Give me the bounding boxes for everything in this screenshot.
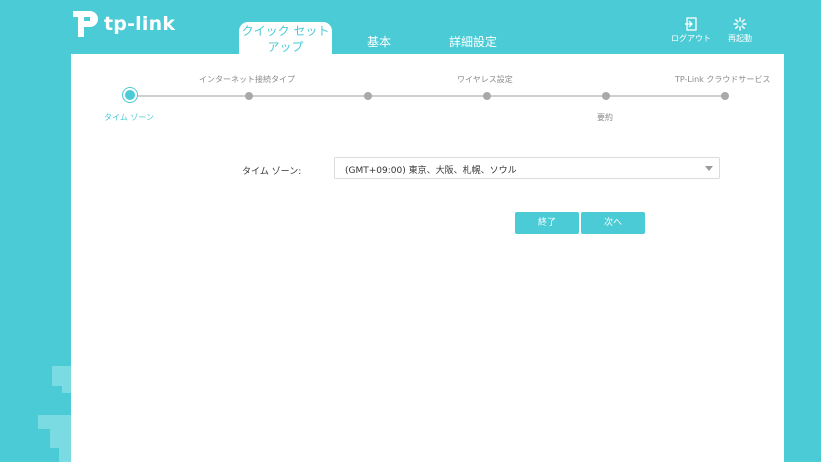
tab-quick-setup-label-line2: アップ	[267, 40, 304, 54]
logout-label: ログアウト	[671, 34, 711, 43]
progress-track	[129, 95, 726, 97]
wizard-progress: インターネット接続タイプ ワイヤレス設定 TP-Link クラウドサービス タイ…	[71, 54, 784, 134]
step-dot-summary	[602, 92, 610, 100]
next-button[interactable]: 次へ	[581, 212, 645, 234]
step-label-summary: 要約	[597, 113, 613, 122]
step-dot-wireless	[483, 92, 491, 100]
step-dot-internet	[245, 92, 253, 100]
tab-quick-setup[interactable]: クイック セット アップ	[239, 22, 332, 54]
tab-basic[interactable]: 基本	[356, 33, 402, 50]
top-navigation: tp-link クイック セット アップ 基本 詳細設定 ログアウト 再起動	[0, 0, 821, 54]
reboot-icon	[733, 17, 747, 31]
background-decoration	[62, 384, 71, 393]
tab-advanced[interactable]: 詳細設定	[440, 33, 506, 50]
step-label-timezone: タイム ゾーン	[104, 113, 154, 122]
timezone-select[interactable]: (GMT+09:00) 東京、大阪、札幌、ソウル	[334, 157, 720, 179]
tab-quick-setup-label-line1: クイック セット	[241, 24, 330, 38]
finish-button[interactable]: 終了	[515, 212, 579, 234]
step-dot-3	[364, 92, 372, 100]
step-label-internet: インターネット接続タイプ	[199, 75, 295, 84]
reboot-button[interactable]: 再起動	[724, 17, 756, 44]
step-dot-timezone	[125, 90, 135, 100]
timezone-label: タイム ゾーン:	[242, 167, 302, 177]
step-label-cloud: TP-Link クラウドサービス	[675, 75, 771, 84]
tp-link-logo-icon	[73, 11, 98, 37]
background-decoration	[38, 415, 71, 429]
main-panel: インターネット接続タイプ ワイヤレス設定 TP-Link クラウドサービス タイ…	[71, 54, 784, 462]
tp-link-logo: tp-link	[70, 8, 175, 40]
background-decoration	[50, 428, 71, 448]
logout-icon	[685, 17, 697, 31]
chevron-down-icon	[705, 166, 713, 171]
background-decoration	[52, 366, 71, 386]
step-dot-cloud	[721, 92, 729, 100]
background-decoration	[59, 447, 71, 462]
logout-button[interactable]: ログアウト	[668, 17, 714, 44]
step-label-wireless: ワイヤレス設定	[457, 75, 513, 84]
logo-text: tp-link	[104, 13, 176, 35]
reboot-label: 再起動	[728, 34, 752, 43]
timezone-value: (GMT+09:00) 東京、大阪、札幌、ソウル	[345, 166, 517, 176]
